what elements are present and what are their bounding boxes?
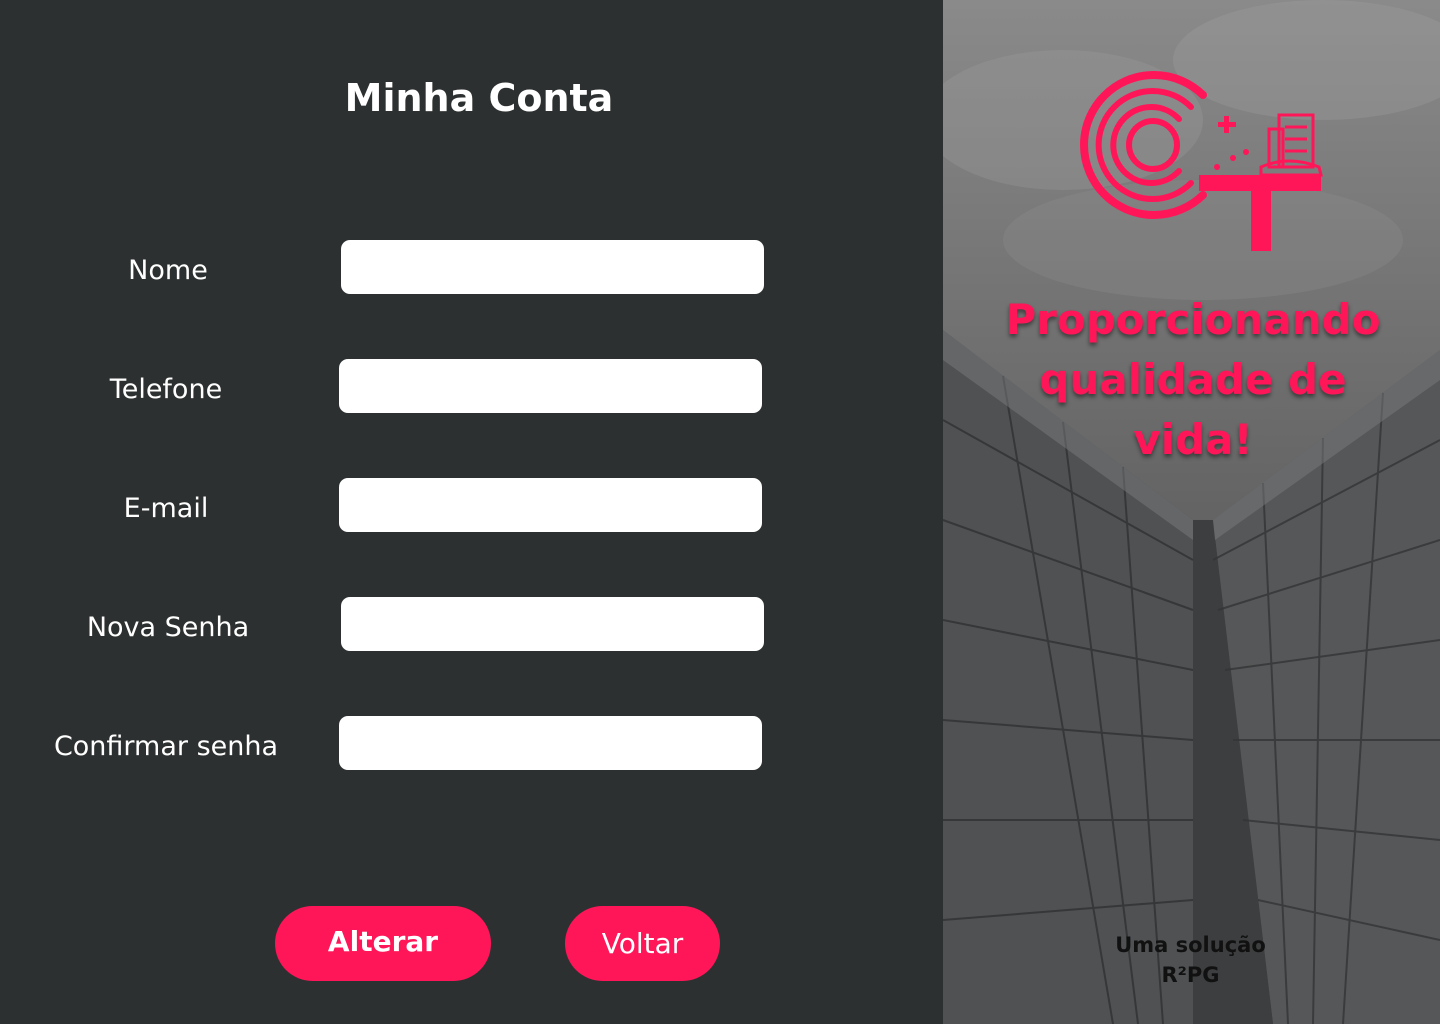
new-password-label: Nova Senha [86,612,250,643]
email-input[interactable] [339,478,762,532]
credit-text: Uma solução R²PG [1093,930,1288,990]
confirm-password-input[interactable] [339,716,762,770]
page-title: Minha Conta [344,76,614,120]
ct-logo-icon [1080,71,1323,251]
credit-line-1: Uma solução [1115,933,1266,957]
email-label: E-mail [123,493,209,524]
account-form-panel: Minha Conta Nome Telefone E-mail Nova Se… [0,0,943,1024]
phone-input[interactable] [339,359,762,413]
name-label: Nome [128,255,208,286]
brand-panel: Proporcionando qualidade de vida! Uma so… [943,0,1440,1024]
new-password-input[interactable] [341,597,764,651]
name-input[interactable] [341,240,764,294]
tagline: Proporcionando qualidade de vida! [1005,295,1381,464]
voltar-button[interactable]: Voltar [565,906,720,981]
credit-line-2: R²PG [1161,963,1220,987]
alterar-button[interactable]: Alterar [275,906,491,981]
confirm-password-label: Confirmar senha [53,731,279,762]
phone-label: Telefone [109,374,223,405]
